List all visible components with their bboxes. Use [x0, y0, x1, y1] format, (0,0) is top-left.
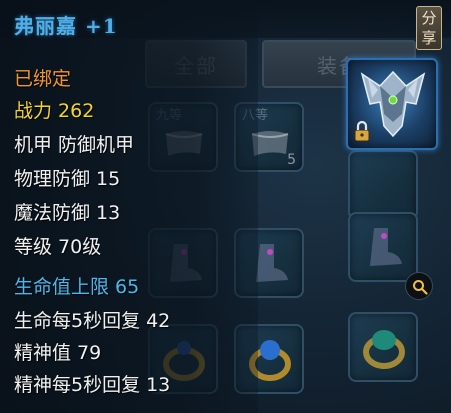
slot-count: 5: [287, 152, 296, 168]
item-icon: [346, 58, 438, 150]
spirit-label: 精神值: [14, 342, 72, 364]
mag-def-stat: 魔法防御 13: [14, 198, 120, 225]
phys-def-value: 15: [96, 168, 121, 190]
spirit-value: 79: [77, 342, 102, 364]
phys-def-label: 物理防御: [14, 168, 91, 190]
search-icon: [413, 280, 428, 295]
spirit-regen-stat: 精神每5秒回复 13: [14, 370, 170, 397]
share-label-top: 分: [421, 9, 437, 27]
hp-regen-stat: 生命每5秒回复 42: [14, 306, 170, 333]
item-name: 弗丽嘉 +1: [14, 14, 118, 38]
hp-limit-value: 65: [115, 276, 140, 298]
hp-regen-label: 生命每5秒回复: [14, 310, 141, 332]
power-label: 战力: [14, 100, 53, 122]
spirit-stat: 精神值 79: [14, 338, 101, 365]
power-value: 262: [58, 100, 95, 122]
magnify-button[interactable]: [405, 272, 433, 300]
inventory-slot[interactable]: [348, 212, 418, 282]
type-stat: 机甲 防御机甲: [14, 130, 134, 157]
ring-icon: [363, 330, 405, 369]
level-value: 70级: [58, 236, 102, 258]
power-stat: 战力 262: [14, 96, 94, 123]
inventory-slot[interactable]: [348, 312, 418, 382]
hp-limit-label: 生命值上限: [14, 276, 110, 298]
share-button[interactable]: 分 享: [416, 6, 442, 50]
mag-def-value: 13: [96, 202, 121, 224]
level-label: 等级: [14, 236, 53, 258]
bound-status: 已绑定: [14, 68, 72, 90]
mag-def-label: 魔法防御: [14, 202, 91, 224]
hp-regen-value: 42: [146, 310, 171, 332]
share-label-bottom: 享: [421, 29, 437, 47]
inventory-slot[interactable]: [348, 150, 418, 220]
type-label: 机甲: [14, 134, 53, 156]
level-stat: 等级 70级: [14, 232, 101, 259]
spirit-regen-label: 精神每5秒回复: [14, 374, 141, 396]
item-tooltip-screen: 全部 装备 九等 八等 5: [0, 0, 451, 413]
boots-icon: [370, 228, 402, 266]
spirit-regen-value: 13: [146, 374, 171, 396]
phys-def-stat: 物理防御 15: [14, 164, 120, 191]
type-value: 防御机甲: [58, 134, 135, 156]
lock-icon: [354, 120, 370, 142]
hp-limit-stat: 生命值上限 65: [14, 272, 139, 299]
